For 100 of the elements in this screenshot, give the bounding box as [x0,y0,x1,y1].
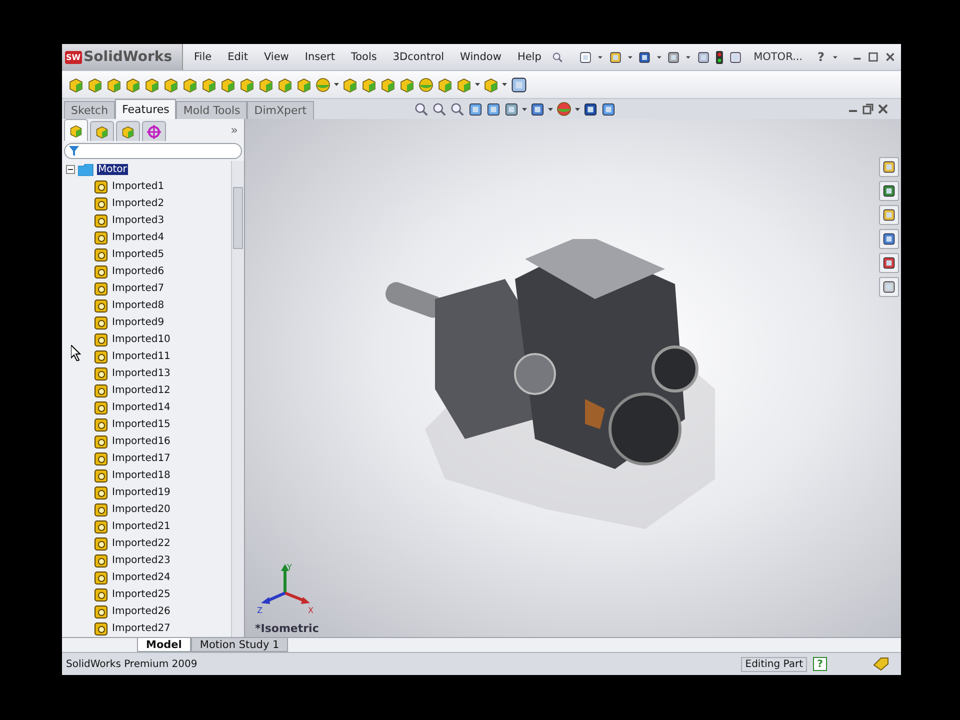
cube-icon[interactable] [456,76,472,92]
panel-tab[interactable] [142,121,166,141]
filter-field[interactable] [64,143,242,159]
tree-item[interactable]: Imported6 [111,266,166,277]
tree-item[interactable]: Imported21 [111,521,172,532]
axis-label: Z [257,606,262,615]
caret-icon[interactable] [833,56,838,58]
tree-item[interactable]: Imported22 [111,538,172,549]
cube-icon[interactable] [483,76,499,92]
cube-icon[interactable] [342,76,358,92]
tree-item[interactable]: Imported15 [111,419,172,430]
collapse-toggle[interactable] [66,165,75,174]
menu-item[interactable]: Window [455,51,506,63]
part-icon [94,536,108,550]
cube-icon[interactable] [201,76,217,92]
tree-item[interactable]: Imported23 [111,555,172,566]
caret-icon[interactable] [475,83,480,86]
magnifier-icon[interactable] [432,102,447,116]
command-tab[interactable]: Sketch [64,101,116,119]
tree-item[interactable]: Imported5 [111,249,166,260]
tree-item[interactable]: Motor [97,164,128,175]
tree-item[interactable]: Imported12 [111,385,172,396]
cube-icon[interactable] [239,76,255,92]
tree-item[interactable]: Imported16 [111,436,172,447]
menu-item[interactable]: Help [512,51,546,63]
part-icon [94,604,108,618]
caret-icon[interactable] [598,56,603,58]
tree-item[interactable]: Imported4 [111,232,166,243]
scrollbar[interactable] [231,161,244,637]
cube-icon[interactable] [163,76,179,92]
magnifier-icon[interactable] [450,102,465,116]
magnifier-icon[interactable] [414,102,429,116]
menu-item[interactable]: File [189,51,217,63]
tree-item[interactable]: Imported27 [111,623,172,634]
panel-tab[interactable] [90,121,114,141]
caret-icon[interactable] [574,108,580,110]
part-icon [94,570,108,584]
traffic-light-icon[interactable] [716,50,723,64]
magnifier-icon[interactable] [552,50,564,64]
cube-icon[interactable] [258,76,274,92]
tree-item[interactable]: Imported24 [111,572,172,583]
tree-item[interactable]: Imported13 [111,368,172,379]
command-tab[interactable]: Features [115,99,176,119]
tree-item[interactable]: Imported3 [111,215,166,226]
tree-item[interactable]: Imported10 [111,334,172,345]
tree-item[interactable]: Imported19 [111,487,172,498]
cube-icon[interactable] [68,76,84,92]
tree-item[interactable]: Imported25 [111,589,172,600]
cube-icon[interactable] [277,76,293,92]
caret-icon[interactable] [502,83,507,86]
command-tab[interactable]: Mold Tools [176,101,248,119]
cube-icon[interactable] [380,76,396,92]
tree-item[interactable]: Imported26 [111,606,172,617]
caret-icon[interactable] [548,108,553,110]
expand-button[interactable]: » [230,123,238,137]
menu-item[interactable]: Tools [346,51,382,63]
restore-icon[interactable] [862,103,874,115]
help-button[interactable]: ? [813,657,827,671]
help-button[interactable]: ? [814,50,828,64]
tree-item[interactable]: Imported2 [111,198,166,209]
cube-icon[interactable] [437,76,453,92]
maximize-icon[interactable] [868,51,879,63]
menu-item[interactable]: 3Dcontrol [388,51,450,63]
menu-item[interactable]: View [258,51,294,63]
cube-icon[interactable] [87,76,103,92]
caret-icon[interactable] [656,56,662,58]
caret-icon[interactable] [628,56,632,58]
menu-item[interactable]: Edit [222,51,253,63]
tree-item[interactable]: Imported8 [111,300,166,311]
cube-icon[interactable] [399,76,415,92]
tree-item[interactable]: Imported11 [111,351,172,362]
command-tab[interactable]: DimXpert [247,101,314,119]
menu-item[interactable]: Insert [300,51,340,63]
cube-icon[interactable] [125,76,141,92]
caret-icon[interactable] [334,83,339,86]
cube-icon[interactable] [361,76,377,92]
cube-icon[interactable] [144,76,160,92]
sphere-icon[interactable] [315,76,331,92]
tree-item[interactable]: Imported14 [111,402,172,413]
close-icon[interactable] [877,103,889,115]
close-icon[interactable] [884,51,896,63]
cube-icon[interactable] [106,76,122,92]
cube-icon[interactable] [220,76,236,92]
tree-item[interactable]: Imported9 [111,317,166,328]
sphere-icon[interactable] [556,101,572,117]
caret-icon[interactable] [686,56,691,58]
model-tab[interactable]: Motion Study 1 [190,638,288,652]
tree-item[interactable]: Imported17 [111,453,172,464]
tree-item[interactable]: Imported1 [111,181,166,192]
tree-item[interactable]: Imported20 [111,504,172,515]
sphere-icon[interactable] [418,76,434,92]
cube-icon[interactable] [182,76,198,92]
cube-icon[interactable] [296,76,312,92]
tag-icon[interactable] [873,657,889,671]
caret-icon[interactable] [522,108,527,110]
panel-tab[interactable] [116,121,140,141]
tree-item[interactable]: Imported7 [111,283,166,294]
tree-item[interactable]: Imported18 [111,470,172,481]
panel-tab[interactable] [64,119,88,141]
model-tab[interactable]: Model [137,638,191,652]
